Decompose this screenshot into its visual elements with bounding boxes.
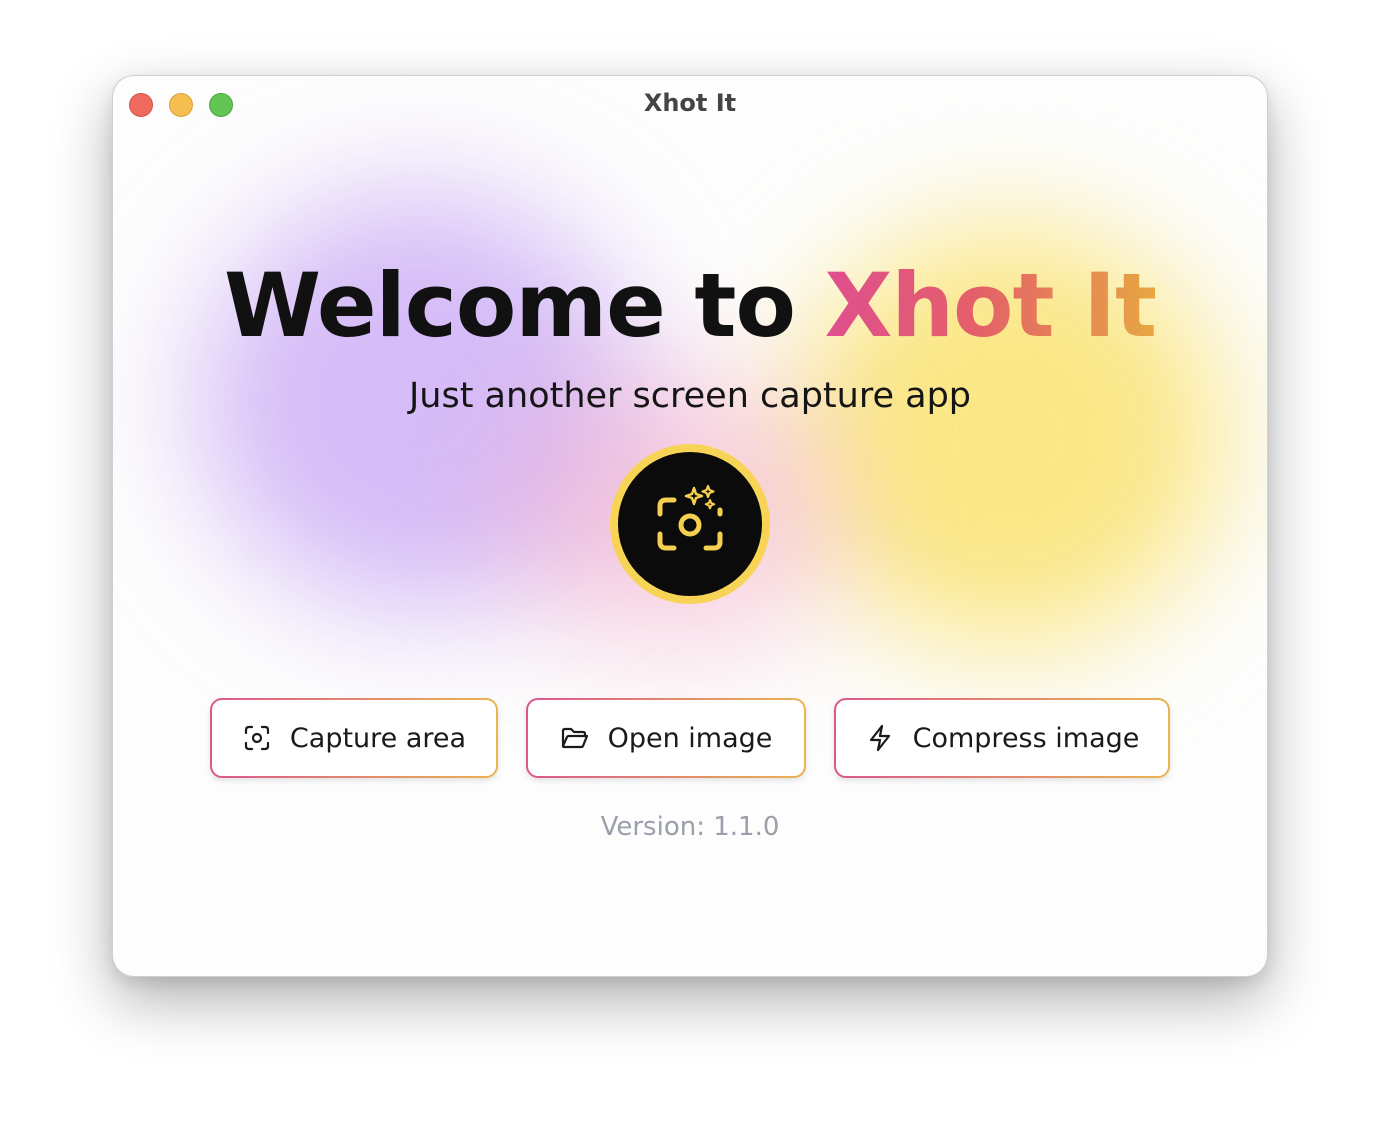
folder-open-icon xyxy=(560,723,590,753)
open-image-label: Open image xyxy=(607,722,773,754)
open-image-button[interactable]: Open image xyxy=(526,698,806,778)
window-title: Xhot It xyxy=(643,89,737,117)
capture-area-icon xyxy=(242,723,272,753)
lightning-icon xyxy=(865,723,895,753)
version-label: Version: 1.1.0 xyxy=(600,812,780,842)
welcome-content: Welcome to Xhot It Just another screen c… xyxy=(113,76,1267,976)
app-window: Xhot It Welcome to Xhot It Just another … xyxy=(112,75,1268,977)
title-bar[interactable]: Xhot It xyxy=(113,76,1267,132)
welcome-subtitle: Just another screen capture app xyxy=(408,376,972,416)
camera-sparkle-icon xyxy=(657,484,723,551)
compress-image-button[interactable]: Compress image xyxy=(834,698,1170,778)
capture-area-button[interactable]: Capture area xyxy=(210,698,498,778)
welcome-headline: Welcome to Xhot It xyxy=(113,254,1267,357)
headline-brand: Xhot It xyxy=(824,254,1157,357)
headline-prefix: Welcome to xyxy=(223,254,825,357)
capture-area-label: Capture area xyxy=(289,722,467,754)
compress-image-label: Compress image xyxy=(912,722,1140,754)
app-logo xyxy=(610,444,770,604)
